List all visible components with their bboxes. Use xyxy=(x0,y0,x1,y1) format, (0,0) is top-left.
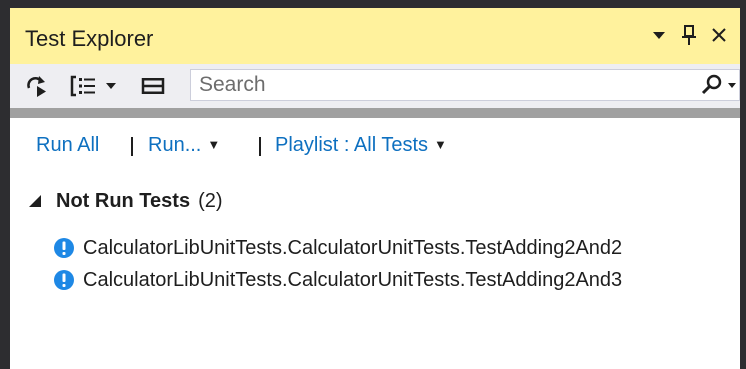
toolbar xyxy=(10,64,740,108)
search-input[interactable] xyxy=(199,70,679,100)
playlist-dropdown[interactable]: Playlist : All Tests ▼ xyxy=(275,134,447,157)
caret-down-icon: ▼ xyxy=(434,137,447,152)
title-bar: Test Explorer xyxy=(10,8,740,64)
window-menu-button[interactable] xyxy=(646,22,672,48)
run-menu-label: Run... xyxy=(148,134,202,156)
playlist-label: Playlist : All Tests xyxy=(275,134,429,156)
pin-icon xyxy=(682,25,696,45)
window-frame-top xyxy=(0,0,746,8)
window-frame-left xyxy=(0,0,10,369)
search-icon xyxy=(701,74,736,95)
test-name: CalculatorLibUnitTests.CalculatorUnitTes… xyxy=(83,236,623,259)
not-run-tests-group[interactable]: Not Run Tests (2) xyxy=(28,188,223,214)
group-by-icon xyxy=(70,75,95,97)
list-view-icon xyxy=(141,78,165,94)
close-icon xyxy=(712,28,726,42)
search-box xyxy=(190,69,740,101)
not-run-icon xyxy=(54,238,74,258)
action-bar: Run All Run... ▼ Playlist : All Tests ▼ xyxy=(10,134,740,164)
test-name: CalculatorLibUnitTests.CalculatorUnitTes… xyxy=(83,268,623,291)
chevron-down-icon xyxy=(653,32,665,39)
pin-button[interactable] xyxy=(676,22,702,48)
run-all-link[interactable]: Run All xyxy=(36,134,99,157)
caret-down-icon: ▼ xyxy=(207,137,221,152)
action-divider xyxy=(131,137,133,156)
list-view-button[interactable] xyxy=(138,72,168,100)
group-label: Not Run Tests xyxy=(56,189,191,212)
group-by-button[interactable] xyxy=(66,72,120,100)
toolbar-separator xyxy=(10,108,740,118)
chevron-down-icon xyxy=(106,83,116,89)
window-title: Test Explorer xyxy=(25,26,154,51)
close-button[interactable] xyxy=(706,22,732,48)
group-count: (2) xyxy=(198,189,223,212)
run-tests-after-build-icon xyxy=(27,76,46,97)
test-item[interactable]: CalculatorLibUnitTests.CalculatorUnitTes… xyxy=(53,234,622,262)
expanded-triangle-icon xyxy=(29,195,41,207)
run-tests-after-build-button[interactable] xyxy=(24,72,52,100)
test-explorer-panel: Test Explorer Search Run All Run... ▼ Pl… xyxy=(10,8,740,369)
window-frame-right xyxy=(740,0,746,369)
action-divider xyxy=(259,137,261,156)
search-button[interactable] xyxy=(699,73,737,97)
test-item[interactable]: CalculatorLibUnitTests.CalculatorUnitTes… xyxy=(53,266,622,294)
not-run-icon xyxy=(54,270,74,290)
run-menu-link[interactable]: Run... ▼ xyxy=(148,134,220,157)
